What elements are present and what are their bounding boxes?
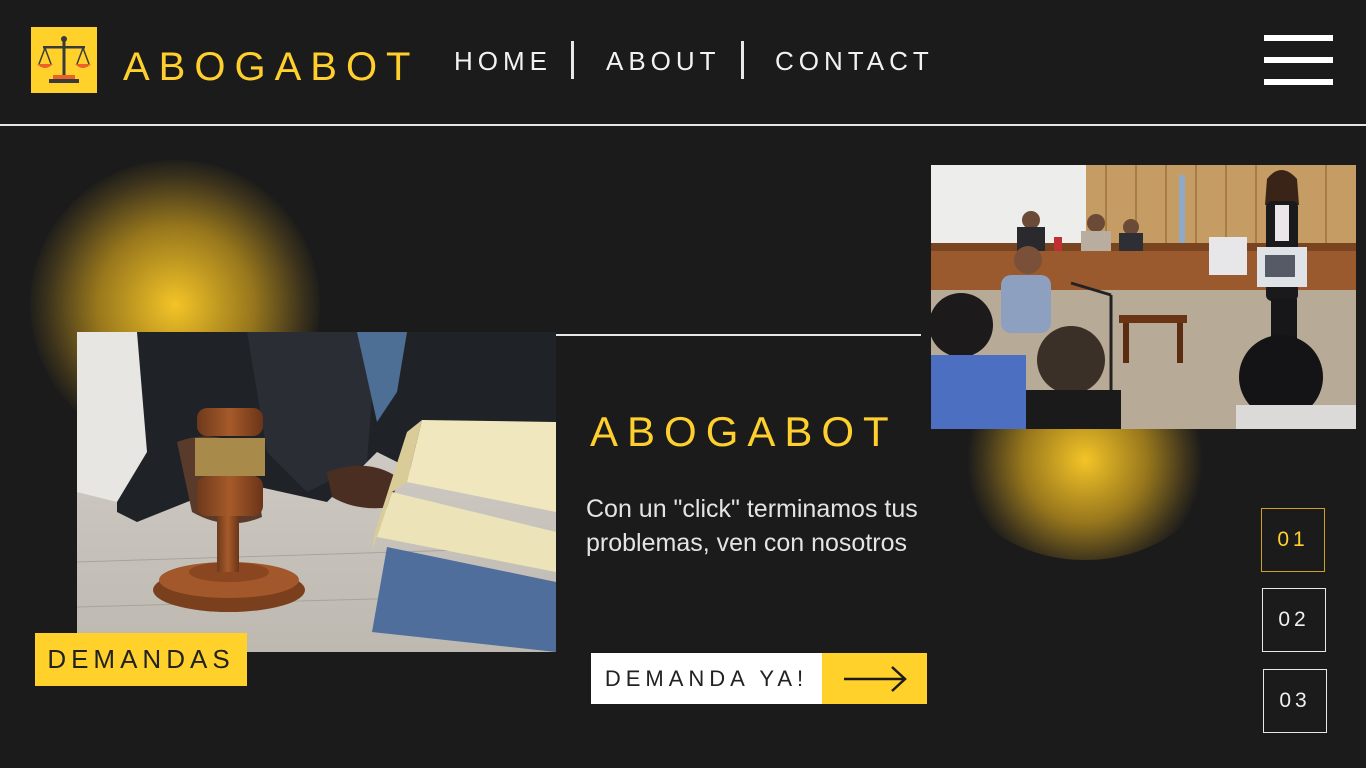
nav-divider bbox=[571, 41, 574, 79]
courtroom-photo bbox=[931, 165, 1356, 429]
pager-item-03[interactable]: 03 bbox=[1263, 669, 1327, 733]
hero-subtitle: Con un "click" terminamos tus problemas,… bbox=[586, 495, 918, 557]
hero-title: ABOGABOT bbox=[590, 408, 898, 455]
category-tag[interactable]: DEMANDAS bbox=[35, 633, 247, 686]
hamburger-menu-icon[interactable] bbox=[1264, 35, 1333, 85]
demanda-ya-button[interactable]: DEMANDA YA! bbox=[591, 653, 927, 704]
header-divider bbox=[0, 124, 1366, 126]
pager-item-02[interactable]: 02 bbox=[1262, 588, 1326, 652]
nav-home[interactable]: HOME bbox=[454, 46, 552, 76]
pager-item-01[interactable]: 01 bbox=[1261, 508, 1325, 572]
section-divider bbox=[556, 334, 921, 336]
cta-label[interactable]: DEMANDA YA! bbox=[591, 653, 822, 704]
brand-name[interactable]: ABOGABOT bbox=[123, 44, 420, 90]
nav-divider bbox=[741, 41, 744, 79]
nav-about[interactable]: ABOUT bbox=[606, 46, 721, 76]
arrow-right-icon[interactable] bbox=[822, 653, 927, 704]
nav-contact[interactable]: CONTACT bbox=[775, 46, 934, 76]
scales-of-justice-icon bbox=[31, 27, 97, 93]
gavel-photo bbox=[77, 332, 556, 652]
logo[interactable] bbox=[31, 27, 97, 93]
